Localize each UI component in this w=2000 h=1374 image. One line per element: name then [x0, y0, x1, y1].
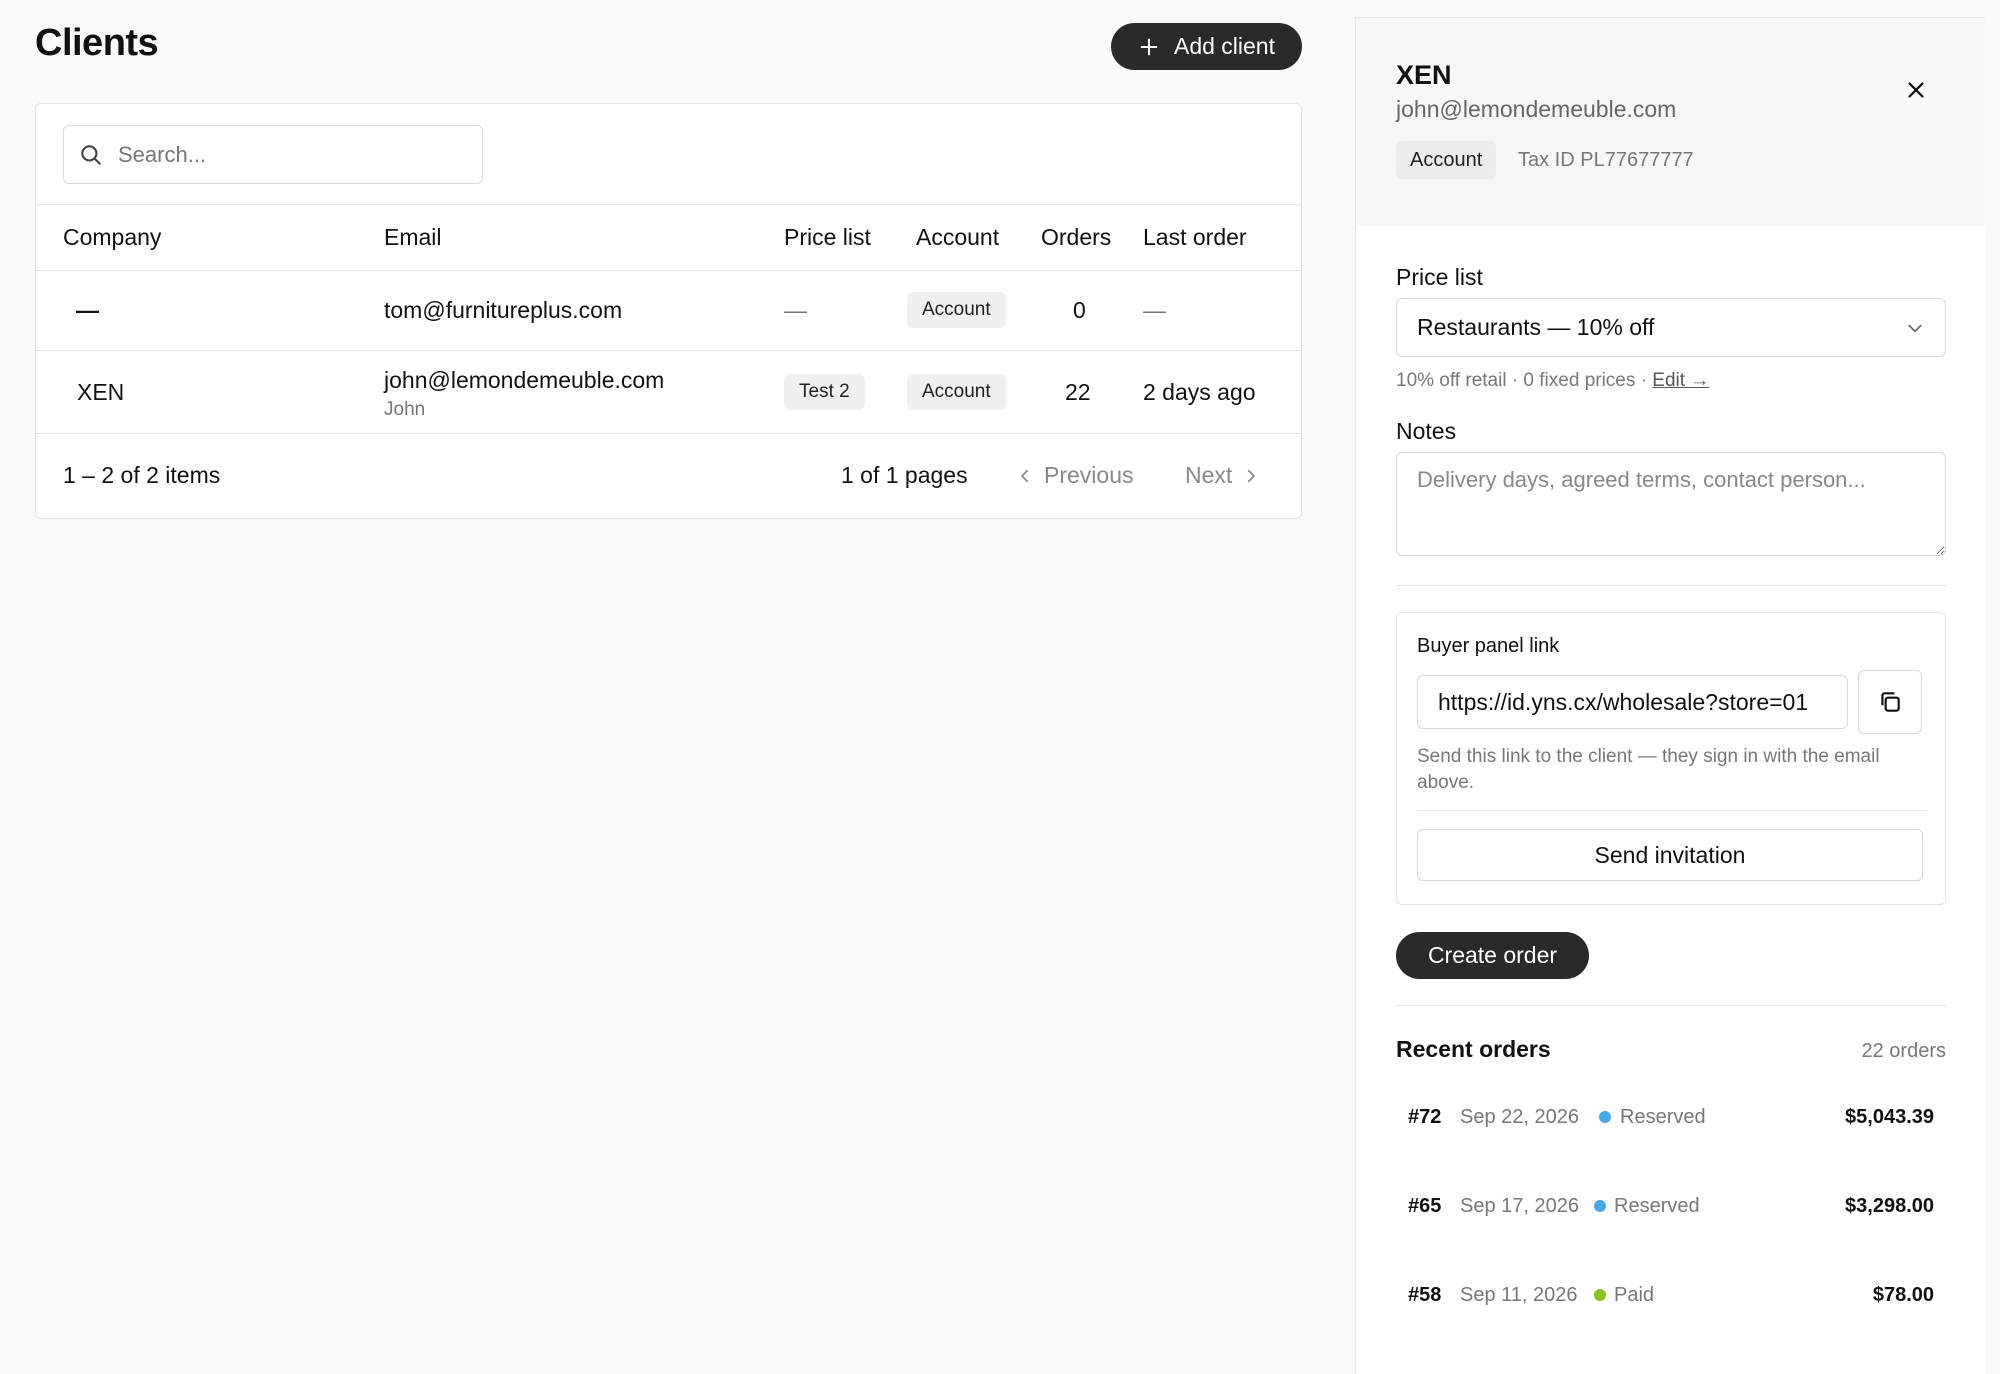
chevron-right-icon: [1248, 469, 1256, 482]
order-amount: $3,298.00: [1845, 1194, 1934, 1217]
status-dot: [1594, 1200, 1606, 1212]
cell-contact: John: [384, 399, 426, 420]
column-header-account[interactable]: Account: [916, 224, 999, 251]
order-date: Sep 17, 2026: [1460, 1194, 1579, 1217]
cell-last-order: —: [1143, 297, 1166, 323]
price-list-helper: 10% off retail · 0 fixed prices · Edit →: [1396, 370, 1709, 392]
price-list-label: Price list: [1396, 264, 1483, 290]
plus-icon: [1140, 38, 1158, 55]
price-list-select[interactable]: Restaurants — 10% off: [1396, 298, 1946, 357]
cell-last-order: 2 days ago: [1143, 379, 1256, 405]
buyer-panel-link-card: Buyer panel link Send this link to the c…: [1396, 612, 1946, 905]
table-row[interactable]: XEN john@lemondemeuble.com John Test 2 A…: [36, 351, 1301, 433]
order-number: #72: [1408, 1105, 1442, 1128]
order-row[interactable]: #65 Sep 17, 2026 Reserved $3,298.00: [1396, 1176, 1946, 1236]
account-badge: Account: [907, 292, 1006, 328]
order-row[interactable]: #58 Sep 11, 2026 Paid $78.00: [1396, 1265, 1946, 1325]
create-order-button[interactable]: Create order: [1396, 932, 1589, 979]
account-badge: Account: [1396, 141, 1497, 179]
client-name: XEN: [1396, 60, 1452, 90]
order-amount: $78.00: [1872, 1283, 1934, 1306]
notes-textarea[interactable]: [1396, 452, 1946, 556]
client-detail-panel: XEN john@lemondemeuble.com Account Tax I…: [1355, 17, 1985, 1374]
price-list-value: Restaurants — 10% off: [1417, 314, 1655, 340]
cell-email: john@lemondemeuble.com: [384, 367, 665, 393]
order-amount: $5,043.39: [1845, 1105, 1934, 1128]
search-field[interactable]: [63, 125, 483, 184]
order-status: Reserved: [1620, 1105, 1706, 1128]
panel-header: XEN john@lemondemeuble.com Account Tax I…: [1356, 18, 1985, 226]
divider: [1396, 1005, 1946, 1006]
search-input[interactable]: [118, 141, 458, 168]
divider: [1396, 585, 1946, 586]
cell-email: tom@furnitureplus.com: [384, 297, 623, 323]
cell-company: XEN: [77, 379, 125, 405]
notes-label: Notes: [1396, 418, 1457, 444]
search-icon: [81, 144, 101, 165]
cell-orders: 0: [1073, 297, 1086, 323]
order-status: Paid: [1614, 1283, 1655, 1306]
app-root: Clients Add client Company Email Price l…: [0, 0, 2000, 1374]
recent-orders-count: 22 orders: [1861, 1040, 1947, 1062]
cell-price-list: —: [784, 297, 807, 323]
divider: [36, 204, 1301, 205]
chevron-down-icon: [1908, 324, 1922, 332]
close-icon: [1908, 82, 1924, 98]
status-dot: [1599, 1111, 1611, 1123]
account-badge: Account: [907, 374, 1006, 410]
order-status: Reserved: [1614, 1194, 1700, 1217]
next-label: Next: [1185, 462, 1233, 488]
send-invitation-button[interactable]: Send invitation: [1417, 829, 1923, 881]
column-header-orders[interactable]: Orders: [1041, 224, 1111, 251]
table-row[interactable]: — tom@furnitureplus.com — Account 0 —: [36, 271, 1301, 350]
page-title: Clients: [35, 22, 159, 64]
order-number: #58: [1408, 1283, 1442, 1306]
buyer-link-help: Send this link to the client — they sign…: [1417, 746, 1880, 793]
copy-link-button[interactable]: [1858, 670, 1922, 734]
buyer-link-title: Buyer panel link: [1417, 635, 1560, 657]
order-number: #65: [1408, 1194, 1442, 1217]
items-count: 1 – 2 of 2 items: [63, 462, 221, 488]
column-header-price-list[interactable]: Price list: [784, 224, 871, 251]
page-count: 1 of 1 pages: [841, 462, 968, 488]
next-button[interactable]: Next: [1185, 462, 1260, 489]
buyer-link-input[interactable]: [1417, 675, 1848, 729]
column-header-email[interactable]: Email: [384, 224, 442, 251]
status-dot: [1594, 1289, 1606, 1301]
price-list-helper-text: 10% off retail · 0 fixed prices ·: [1396, 370, 1653, 391]
column-header-last-order[interactable]: Last order: [1143, 224, 1247, 251]
previous-button[interactable]: Previous: [1016, 462, 1133, 489]
add-client-label: Add client: [1173, 33, 1275, 59]
cell-company: —: [76, 297, 99, 323]
previous-label: Previous: [1044, 462, 1134, 488]
order-row[interactable]: #72 Sep 22, 2026 Reserved $5,043.39: [1396, 1087, 1946, 1147]
column-header-company[interactable]: Company: [63, 224, 161, 251]
chevron-left-icon: [1021, 469, 1029, 482]
copy-icon: [1881, 692, 1900, 712]
order-date: Sep 11, 2026: [1460, 1283, 1578, 1306]
divider: [1417, 810, 1927, 811]
clients-table-card: Company Email Price list Account Orders …: [35, 103, 1302, 519]
edit-price-list-link[interactable]: Edit →: [1652, 370, 1709, 391]
price-list-badge: Test 2: [784, 374, 865, 410]
close-button[interactable]: [1896, 70, 1936, 110]
cell-orders: 22: [1065, 379, 1091, 405]
tax-id: Tax ID PL77677777: [1518, 149, 1694, 171]
recent-orders-title: Recent orders: [1396, 1036, 1551, 1062]
order-date: Sep 22, 2026: [1460, 1105, 1579, 1128]
client-email: john@lemondemeuble.com: [1396, 96, 1677, 122]
add-client-button[interactable]: Add client: [1111, 23, 1302, 70]
divider: [36, 433, 1301, 434]
